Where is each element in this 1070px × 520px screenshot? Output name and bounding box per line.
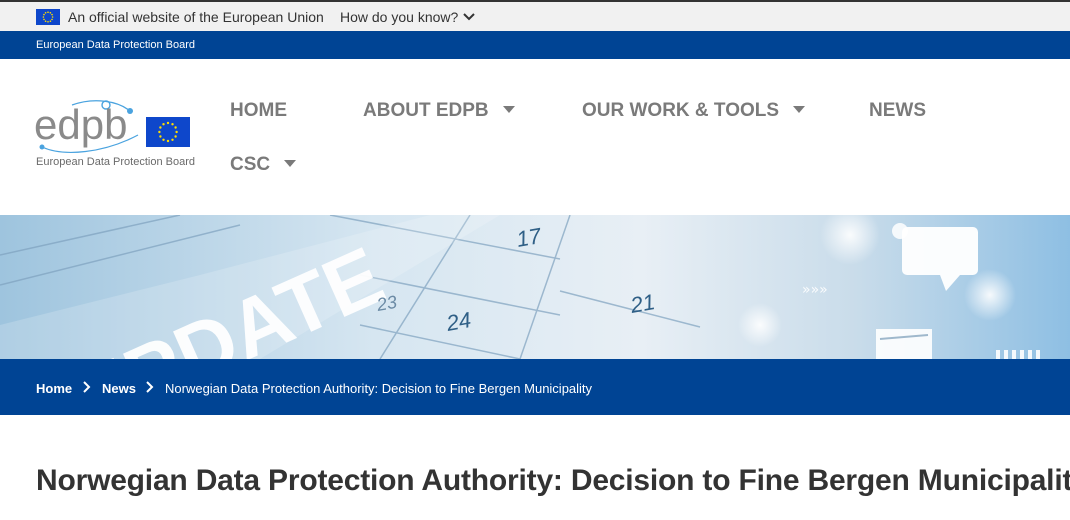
eu-flag-icon [36, 9, 60, 25]
institution-name[interactable]: European Data Protection Board [36, 39, 195, 51]
nav-csc-label: CSC [230, 154, 271, 175]
caret-down-icon [502, 106, 515, 113]
calendar-day: 24 [444, 307, 473, 336]
nav-news[interactable]: NEWS [869, 100, 926, 122]
how-do-you-know-link[interactable]: How do you know? [340, 9, 458, 25]
nav-about-edpb[interactable]: ABOUT EDPB [363, 100, 515, 122]
calendar-day: 17 [515, 223, 544, 252]
svg-text:»»»: »»» [802, 282, 828, 298]
chevron-right-icon [146, 381, 154, 393]
caret-down-icon [284, 160, 297, 167]
nav-csc[interactable]: CSC [230, 154, 297, 176]
institution-bar: European Data Protection Board [0, 31, 1070, 59]
calendar-day: 21 [628, 289, 657, 318]
calendar-day: 23 [374, 292, 398, 315]
svg-text:edpb: edpb [34, 101, 127, 148]
nav-home-label: HOME [230, 100, 287, 121]
nav-about-edpb-label: ABOUT EDPB [363, 100, 489, 121]
breadcrumb-news[interactable]: News [102, 381, 136, 396]
nav-news-label: NEWS [869, 100, 926, 121]
eu-official-text: An official website of the European Unio… [68, 9, 324, 25]
page-title: Norwegian Data Protection Authority: Dec… [36, 464, 1070, 497]
site-header: edpb European Data Protection Board HOME… [0, 59, 1070, 215]
update-banner-image: UPDATE 17 23 24 21 »»» [0, 215, 1070, 359]
breadcrumb: Home News Norwegian Data Protection Auth… [0, 359, 1070, 415]
chevron-right-icon [83, 381, 91, 393]
nav-home[interactable]: HOME [230, 100, 287, 122]
nav-our-work-tools-label: OUR WORK & TOOLS [582, 100, 780, 121]
logo-subtitle: European Data Protection Board [36, 156, 195, 168]
nav-our-work-tools[interactable]: OUR WORK & TOOLS [582, 100, 806, 122]
eu-official-bar: An official website of the European Unio… [0, 0, 1070, 31]
chevron-down-icon[interactable] [462, 10, 476, 24]
breadcrumb-home[interactable]: Home [36, 381, 72, 396]
breadcrumb-current: Norwegian Data Protection Authority: Dec… [165, 381, 593, 396]
caret-down-icon [793, 106, 806, 113]
